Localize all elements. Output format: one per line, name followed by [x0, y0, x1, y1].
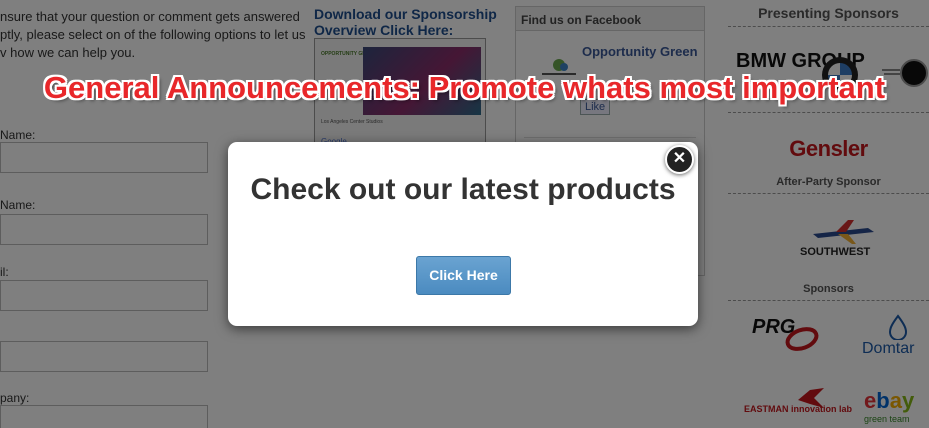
announcement-headline: General Announcements: Promote whats mos… [43, 70, 886, 105]
modal-title: Check out our latest products [250, 173, 676, 206]
close-icon[interactable]: ✕ [665, 145, 694, 174]
click-here-button[interactable]: Click Here [416, 256, 511, 295]
announcement-modal: Check out our latest products Click Here [228, 142, 698, 326]
